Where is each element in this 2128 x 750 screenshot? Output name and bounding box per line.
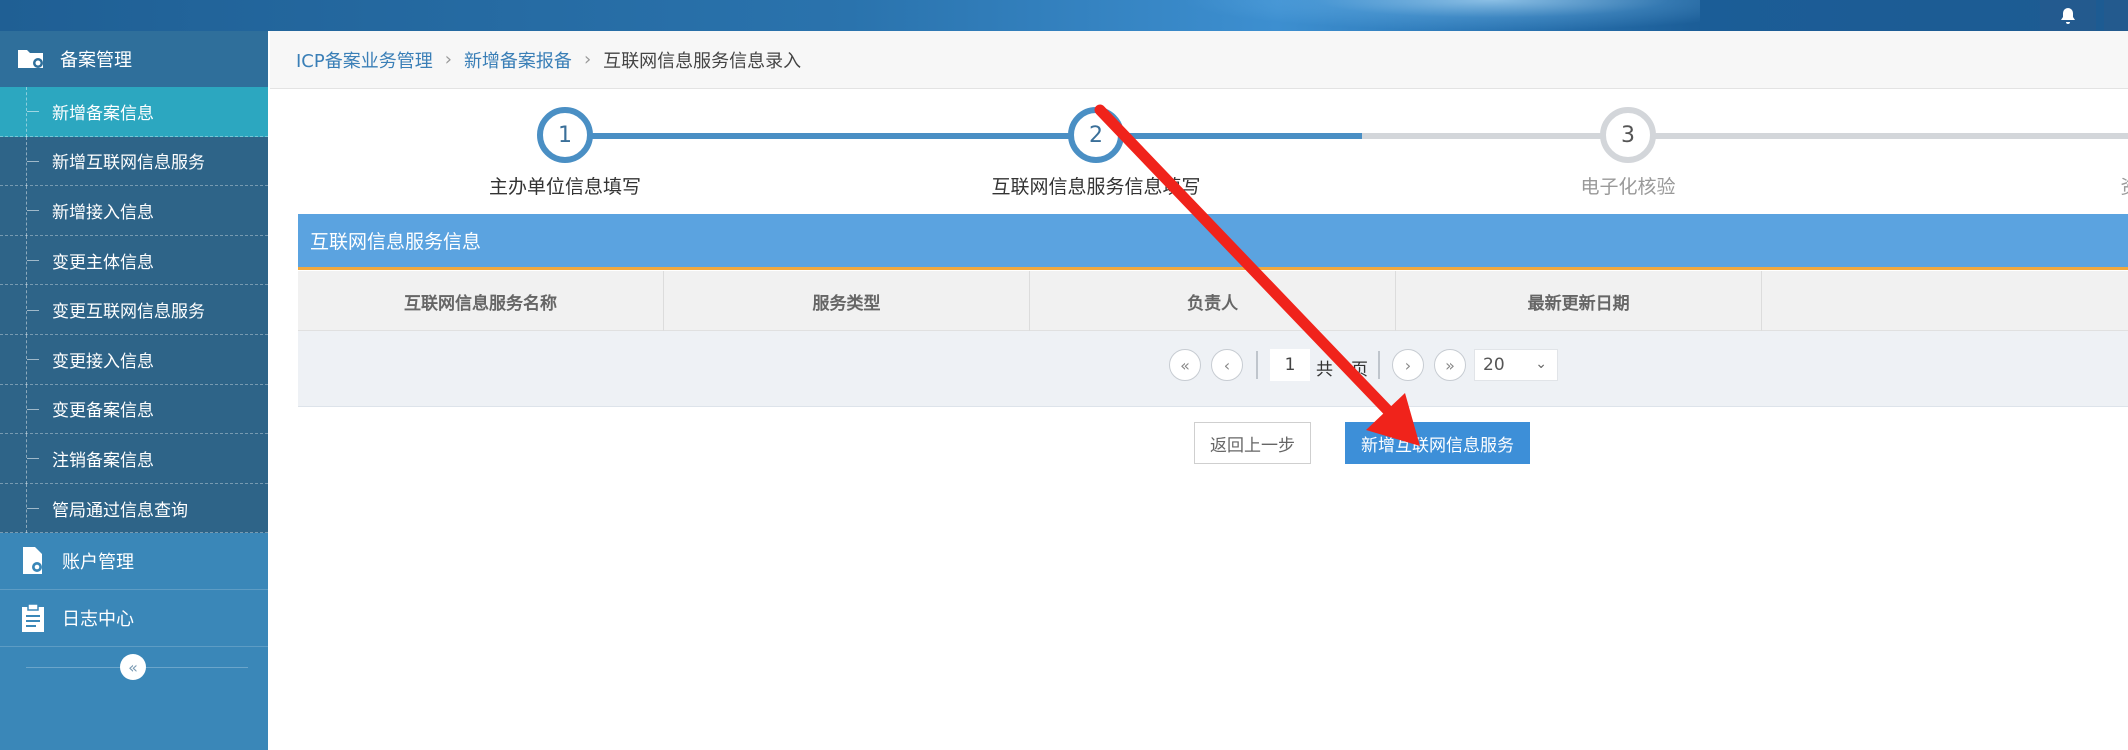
sidebar-submenu: 新增备案信息 新增互联网信息服务 新增接入信息 变更主体信息 变更互联网信息服务… [0, 87, 268, 534]
sidebar-item-label: 新增互联网信息服务 [52, 153, 205, 174]
sidebar-item-label: 管局通过信息查询 [52, 500, 188, 521]
breadcrumb-current: 互联网信息服务信息录入 [603, 50, 802, 72]
sidebar-item-new-access[interactable]: 新增接入信息 [0, 186, 268, 236]
step-2-label: 互联网信息服务信息填写 [991, 176, 1201, 198]
next-page-button[interactable]: › [1392, 349, 1424, 381]
sidebar-group-account[interactable]: 账户管理 [0, 533, 268, 591]
step-number: 3 [1621, 122, 1635, 148]
back-button[interactable]: 返回上一步 [1194, 422, 1311, 464]
divider [1378, 351, 1380, 379]
sidebar-item-label: 变更互联网信息服务 [52, 302, 205, 323]
step-indicator: 1 主办单位信息填写 2 互联网信息服务信息填写 3 电子化核验 资 [298, 100, 2128, 205]
double-chevron-left-icon: « [1180, 355, 1190, 375]
sidebar-collapse-row: « [0, 647, 268, 687]
sidebar-item-new-internet-service[interactable]: 新增互联网信息服务 [0, 136, 268, 187]
top-banner [0, 0, 2128, 31]
chevron-left-icon: ‹ [1223, 355, 1231, 375]
sidebar-item-label: 变更主体信息 [52, 252, 154, 273]
step-1-circle: 1 [537, 107, 593, 163]
column-header-owner[interactable]: 负责人 [1030, 271, 1397, 331]
add-internet-service-button[interactable]: 新增互联网信息服务 [1345, 422, 1530, 464]
sidebar-group-logs[interactable]: 日志中心 [0, 590, 268, 648]
clipboard-icon [18, 603, 48, 633]
notification-button[interactable] [2040, 0, 2096, 31]
column-header-service-type[interactable]: 服务类型 [664, 271, 1031, 331]
pagination: « ‹ 共 页 › » 20 ⌄ [298, 331, 2128, 407]
step-3-label: 电子化核验 [1580, 176, 1676, 198]
double-chevron-left-icon: « [128, 657, 138, 677]
step-1-label: 主办单位信息填写 [488, 176, 642, 198]
sidebar-group-label: 账户管理 [62, 552, 134, 574]
bell-icon [2061, 7, 2075, 24]
first-page-button[interactable]: « [1169, 349, 1201, 381]
banner-decoration [1180, 0, 1700, 31]
sidebar-item-new-filing[interactable]: 新增备案信息 [0, 87, 268, 137]
last-page-button[interactable]: » [1434, 349, 1466, 381]
breadcrumb-link-new-filing[interactable]: 新增备案报备 [464, 47, 572, 73]
column-header-actions [1762, 271, 2128, 331]
collapse-sidebar-button[interactable]: « [120, 654, 146, 681]
file-gear-icon [18, 546, 48, 576]
sidebar-item-label: 新增备案信息 [52, 103, 154, 124]
sidebar-item-label: 变更备案信息 [52, 401, 154, 422]
sidebar-item-label: 注销备案信息 [52, 450, 154, 471]
sidebar-item-cancel-filing[interactable]: 注销备案信息 [0, 434, 268, 484]
step-number: 2 [1089, 122, 1103, 148]
sidebar-group-label: 日志中心 [62, 609, 134, 631]
table-header: 互联网信息服务名称 服务类型 负责人 最新更新日期 [298, 271, 2128, 331]
step-4-label: 资 [2120, 172, 2128, 199]
user-menu-button[interactable] [2104, 0, 2128, 31]
step-track-pending [1362, 133, 2128, 139]
sidebar-item-label: 新增接入信息 [52, 202, 154, 223]
column-header-updated-date[interactable]: 最新更新日期 [1396, 271, 1763, 331]
sidebar-group-filing[interactable]: 备案管理 [0, 31, 268, 87]
sidebar-item-approved-query[interactable]: 管局通过信息查询 [0, 483, 268, 534]
step-2-circle: 2 [1068, 107, 1124, 163]
page-size-value: 20 [1483, 355, 1505, 375]
chevron-right-icon: › [1404, 355, 1412, 375]
panel-title: 互联网信息服务信息 [298, 214, 2128, 270]
page-total-unit: 页 [1351, 360, 1368, 380]
page-total-prefix: 共 [1316, 360, 1333, 380]
chevron-right-icon: › [444, 49, 452, 70]
page-number-input[interactable] [1270, 349, 1310, 381]
breadcrumb: ICP备案业务管理 › 新增备案报备 › 互联网信息服务信息录入 [270, 31, 2128, 89]
sidebar-item-label: 变更接入信息 [52, 351, 154, 372]
folder-gear-icon [16, 44, 46, 74]
step-number: 1 [558, 122, 572, 148]
divider [1256, 351, 1258, 379]
chevron-down-icon: ⌄ [1535, 356, 1547, 372]
page-size-select[interactable]: 20 ⌄ [1474, 349, 1558, 381]
double-chevron-right-icon: » [1445, 355, 1455, 375]
chevron-right-icon: › [583, 49, 592, 70]
sidebar-item-change-access[interactable]: 变更接入信息 [0, 334, 268, 385]
step-3-circle: 3 [1600, 107, 1656, 163]
panel-title-text: 互联网信息服务信息 [310, 231, 482, 253]
column-header-service-name[interactable]: 互联网信息服务名称 [298, 271, 665, 331]
prev-page-button[interactable]: ‹ [1211, 349, 1243, 381]
breadcrumb-link-icp[interactable]: ICP备案业务管理 [296, 47, 433, 73]
sidebar-item-change-filing[interactable]: 变更备案信息 [0, 384, 268, 435]
sidebar-item-change-internet-service[interactable]: 变更互联网信息服务 [0, 285, 268, 335]
sidebar-group-label: 备案管理 [60, 50, 132, 71]
sidebar-item-change-entity[interactable]: 变更主体信息 [0, 235, 268, 286]
sidebar: 备案管理 新增备案信息 新增互联网信息服务 新增接入信息 变更主体信息 变更互联… [0, 31, 268, 750]
